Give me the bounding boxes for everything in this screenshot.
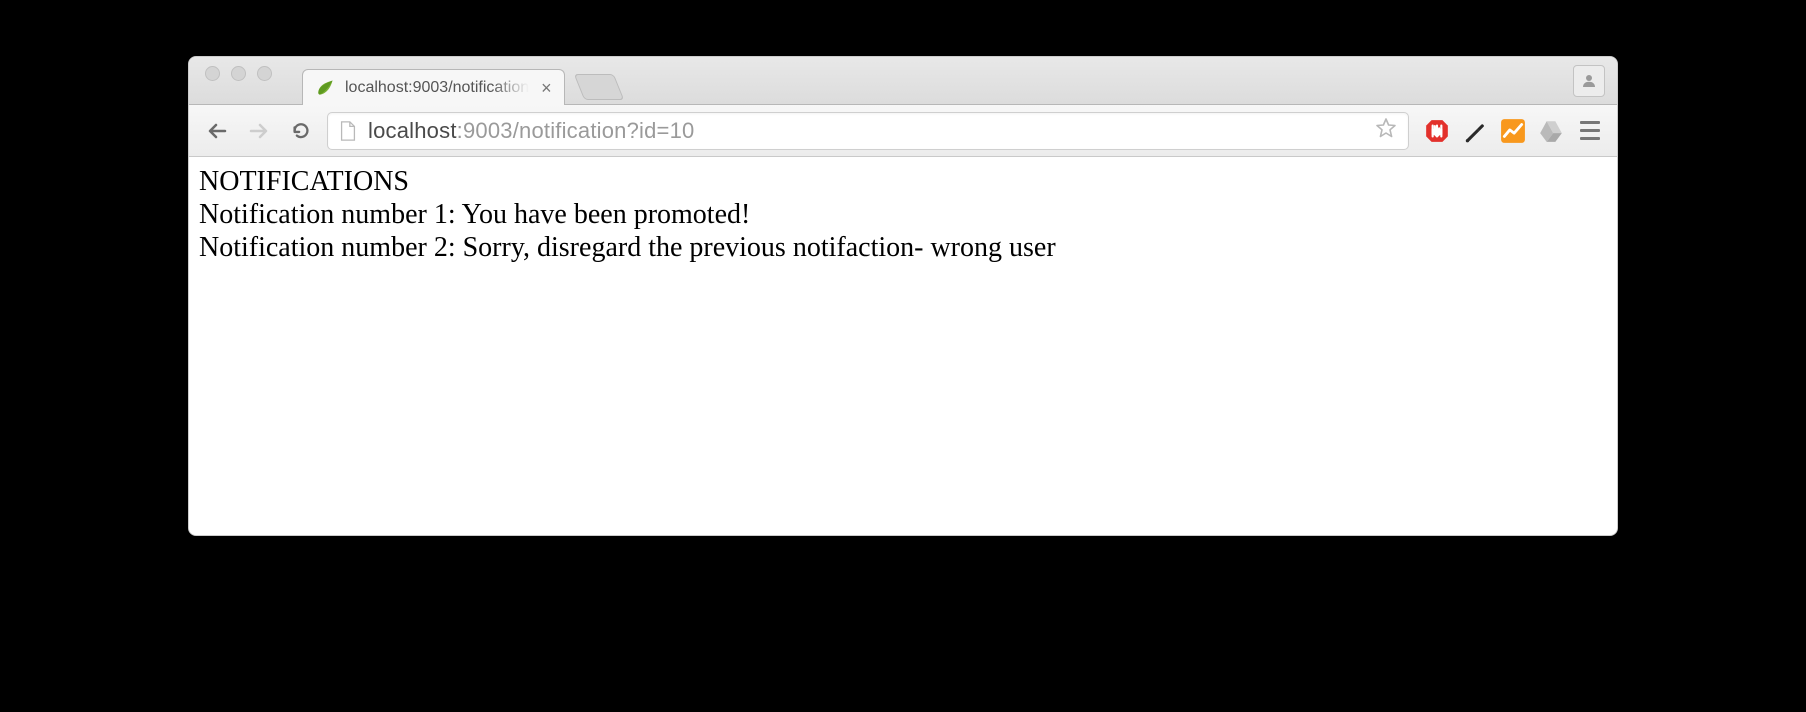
window-controls <box>203 57 302 104</box>
person-icon <box>1580 72 1598 90</box>
page-viewport: NOTIFICATIONS Notification number 1: You… <box>189 157 1617 535</box>
browser-window: localhost:9003/notification × <box>188 56 1618 536</box>
tab-title: localhost:9003/notification <box>345 79 529 97</box>
tab-close-button[interactable]: × <box>539 77 554 99</box>
extension-icons <box>1419 117 1565 145</box>
star-icon <box>1374 116 1398 140</box>
url-text: localhost:9003/notification?id=10 <box>368 118 694 144</box>
url-rest: :9003/notification?id=10 <box>457 118 695 143</box>
arrow-right-icon <box>247 119 271 143</box>
window-close-button[interactable] <box>205 66 220 81</box>
colorpicker-icon[interactable] <box>1461 117 1489 145</box>
page-icon <box>338 120 358 142</box>
url-host: localhost <box>368 118 457 143</box>
spring-leaf-icon <box>315 78 335 98</box>
menu-button[interactable] <box>1575 116 1605 146</box>
hamburger-icon <box>1580 121 1600 124</box>
arrow-left-icon <box>205 119 229 143</box>
window-minimize-button[interactable] <box>231 66 246 81</box>
back-button[interactable] <box>201 115 233 147</box>
reload-button[interactable] <box>285 115 317 147</box>
address-bar[interactable]: localhost:9003/notification?id=10 <box>327 112 1409 150</box>
notification-line: Notification number 1: You have been pro… <box>199 198 1607 231</box>
bookmark-button[interactable] <box>1374 116 1398 145</box>
reload-icon <box>290 120 312 142</box>
forward-button[interactable] <box>243 115 275 147</box>
toolbar: localhost:9003/notification?id=10 <box>189 105 1617 157</box>
page-heading: NOTIFICATIONS <box>199 165 1607 198</box>
window-maximize-button[interactable] <box>257 66 272 81</box>
profile-button[interactable] <box>1573 65 1605 97</box>
drive-icon[interactable] <box>1537 117 1565 145</box>
browser-tab[interactable]: localhost:9003/notification × <box>302 69 565 105</box>
analytics-icon[interactable] <box>1499 117 1527 145</box>
adblock-icon[interactable] <box>1423 117 1451 145</box>
tab-strip: localhost:9003/notification × <box>189 57 1617 105</box>
new-tab-button[interactable] <box>573 74 624 100</box>
notification-line: Notification number 2: Sorry, disregard … <box>199 231 1607 264</box>
